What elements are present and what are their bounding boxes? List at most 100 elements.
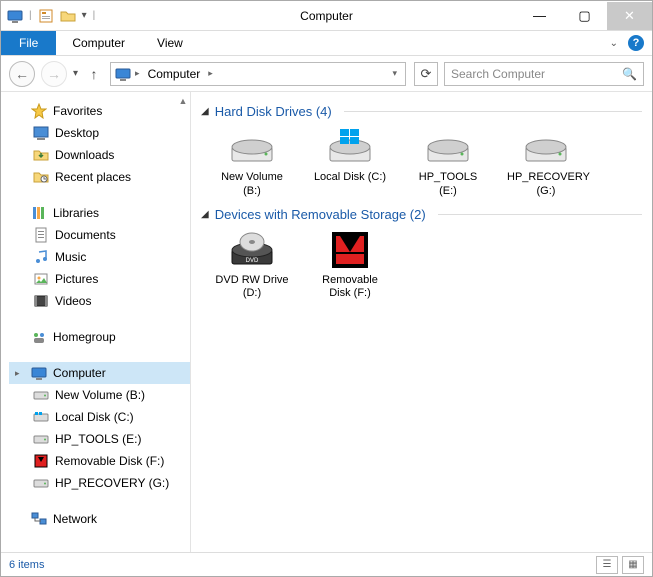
homegroup-label: Homegroup — [53, 330, 116, 344]
hdd-icon — [228, 127, 276, 167]
libraries-group: Libraries Documents Music Pictures Video… — [9, 202, 190, 312]
navigation-pane: ▲ Favorites Desktop Downloads Recent pla… — [1, 92, 191, 552]
drive-win-icon — [33, 409, 49, 425]
navigation-bar: ← → ▾ ↑ ▸ Computer ▸ ▾ ⟳ Search Computer… — [1, 56, 652, 92]
scroll-up-icon[interactable]: ▲ — [178, 96, 188, 106]
computer-root[interactable]: ▸ Computer — [9, 362, 190, 384]
group-header-removable[interactable]: ◢ Devices with Removable Storage (2) — [201, 207, 642, 222]
sidebar-item-hprecovery[interactable]: HP_RECOVERY (G:) — [9, 472, 190, 494]
sidebar-item-documents[interactable]: Documents — [9, 224, 190, 246]
homegroup-root[interactable]: Homegroup — [9, 326, 190, 348]
sidebar-item-hptools[interactable]: HP_TOOLS (E:) — [9, 428, 190, 450]
properties-icon[interactable] — [38, 8, 54, 24]
drive-item[interactable]: DVD DVD RW Drive (D:) — [213, 230, 291, 302]
collapse-icon[interactable]: ◢ — [201, 106, 209, 117]
computer-group: ▸ Computer New Volume (B:) Local Disk (C… — [9, 362, 190, 494]
libraries-label: Libraries — [53, 206, 99, 220]
ribbon-tabs: File Computer View ⌄ ? — [1, 31, 652, 56]
drive-item[interactable]: New Volume (B:) — [213, 127, 291, 199]
dvd-icon: DVD — [228, 230, 276, 270]
search-placeholder: Search Computer — [451, 67, 545, 81]
drive-item[interactable]: HP_RECOVERY (G:) — [507, 127, 585, 199]
hdd-icon — [522, 127, 570, 167]
collapse-icon[interactable]: ◢ — [201, 209, 209, 220]
downloads-icon — [33, 147, 49, 163]
star-icon — [31, 103, 47, 119]
ribbon-expand-icon[interactable]: ⌄ — [610, 38, 618, 49]
forward-button[interactable]: → — [41, 61, 67, 87]
expander-icon[interactable]: ▸ — [15, 368, 25, 379]
maximize-button[interactable]: ▢ — [562, 2, 607, 30]
breadcrumb-computer[interactable]: Computer — [144, 67, 205, 81]
address-bar[interactable]: ▸ Computer ▸ ▾ — [110, 62, 406, 86]
file-tab[interactable]: File — [1, 31, 56, 55]
removable-icon — [326, 230, 374, 270]
group-rule — [438, 214, 642, 215]
homegroup-icon — [31, 329, 47, 345]
recent-icon — [33, 169, 49, 185]
computer-icon — [7, 8, 23, 24]
network-icon — [31, 511, 47, 527]
documents-icon — [33, 227, 49, 243]
title-bar: | ▾ | Computer — ▢ ✕ — [1, 1, 652, 31]
window-title: Computer — [300, 9, 353, 23]
tab-view[interactable]: View — [141, 31, 199, 55]
breadcrumb-sep[interactable]: ▸ — [135, 68, 140, 79]
computer-label: Computer — [53, 366, 106, 380]
music-icon — [33, 249, 49, 265]
close-button[interactable]: ✕ — [607, 2, 652, 30]
view-switcher: ☰ ▦ — [596, 556, 644, 574]
sidebar-item-recent[interactable]: Recent places — [9, 166, 190, 188]
network-group: Network — [9, 508, 190, 530]
sidebar-item-music[interactable]: Music — [9, 246, 190, 268]
content-pane: ◢ Hard Disk Drives (4) New Volume (B:) L… — [191, 92, 652, 552]
group-title: Devices with Removable Storage (2) — [215, 207, 426, 222]
search-icon: 🔍 — [622, 67, 637, 81]
sidebar-item-desktop[interactable]: Desktop — [9, 122, 190, 144]
sidebar-item-removable[interactable]: Removable Disk (F:) — [9, 450, 190, 472]
libraries-root[interactable]: Libraries — [9, 202, 190, 224]
drive-item[interactable]: HP_TOOLS (E:) — [409, 127, 487, 199]
favorites-group: Favorites Desktop Downloads Recent place… — [9, 100, 190, 188]
hdd-icon — [424, 127, 472, 167]
desktop-icon — [33, 125, 49, 141]
group-header-hdd[interactable]: ◢ Hard Disk Drives (4) — [201, 104, 642, 119]
back-button[interactable]: ← — [9, 61, 35, 87]
pictures-icon — [33, 271, 49, 287]
status-text: 6 items — [9, 559, 44, 571]
computer-icon — [115, 66, 131, 82]
sidebar-item-pictures[interactable]: Pictures — [9, 268, 190, 290]
minimize-button[interactable]: — — [517, 2, 562, 30]
group-rule — [344, 111, 642, 112]
sidebar-item-videos[interactable]: Videos — [9, 290, 190, 312]
body: ▲ Favorites Desktop Downloads Recent pla… — [1, 92, 652, 552]
tab-computer[interactable]: Computer — [56, 31, 141, 55]
breadcrumb-sep[interactable]: ▸ — [208, 68, 213, 79]
new-folder-icon[interactable] — [60, 8, 76, 24]
hdd-win-icon — [326, 127, 374, 167]
drive-item[interactable]: Removable Disk (F:) — [311, 230, 389, 302]
drive-item[interactable]: Local Disk (C:) — [311, 127, 389, 199]
up-button[interactable]: ↑ — [84, 64, 104, 84]
qat-dropdown-icon[interactable]: ▾ — [82, 10, 87, 21]
refresh-button[interactable]: ⟳ — [414, 62, 438, 86]
favorites-root[interactable]: Favorites — [9, 100, 190, 122]
help-icon[interactable]: ? — [628, 35, 644, 51]
network-root[interactable]: Network — [9, 508, 190, 530]
hdd-items: New Volume (B:) Local Disk (C:) HP_TOOLS… — [201, 127, 642, 199]
group-title: Hard Disk Drives (4) — [215, 104, 332, 119]
sidebar-item-newvolume[interactable]: New Volume (B:) — [9, 384, 190, 406]
search-box[interactable]: Search Computer 🔍 — [444, 62, 644, 86]
sidebar-item-downloads[interactable]: Downloads — [9, 144, 190, 166]
address-dropdown-icon[interactable]: ▾ — [388, 68, 401, 79]
drive-icon — [33, 387, 49, 403]
icons-view-button[interactable]: ▦ — [622, 556, 644, 574]
videos-icon — [33, 293, 49, 309]
network-label: Network — [53, 512, 97, 526]
libraries-icon — [31, 205, 47, 221]
sidebar-item-localdisk[interactable]: Local Disk (C:) — [9, 406, 190, 428]
history-dropdown-icon[interactable]: ▾ — [73, 68, 78, 79]
details-view-button[interactable]: ☰ — [596, 556, 618, 574]
drive-icon — [33, 475, 49, 491]
removable-items: DVD DVD RW Drive (D:) Removable Disk (F:… — [201, 230, 642, 302]
